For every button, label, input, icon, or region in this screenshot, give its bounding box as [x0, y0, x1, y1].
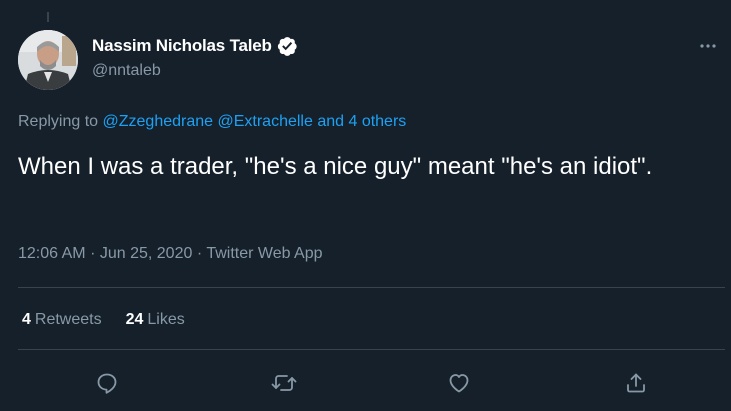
mention-link[interactable]: @Zzeghedrane	[103, 113, 214, 130]
retweets-stat[interactable]: 4 Retweets	[22, 311, 102, 329]
share-icon[interactable]	[621, 368, 651, 398]
others-link[interactable]: and 4 others	[317, 113, 406, 130]
likes-count: 24	[125, 311, 144, 328]
tweet-header: Nassim Nicholas Taleb @nntaleb	[92, 34, 298, 80]
tweet-time[interactable]: 12:06 AM	[18, 245, 86, 262]
name-row: Nassim Nicholas Taleb	[92, 34, 298, 58]
avatar[interactable]	[18, 30, 78, 90]
tweet-meta: 12:06 AM · Jun 25, 2020 · Twitter Web Ap…	[18, 245, 323, 263]
replying-to: Replying to @Zzeghedrane @Extrachelle an…	[18, 113, 406, 131]
like-icon[interactable]	[444, 368, 474, 398]
meta-separator: ·	[196, 245, 207, 262]
retweet-icon[interactable]	[269, 368, 299, 398]
user-handle[interactable]: @nntaleb	[92, 62, 298, 80]
thread-connector-line	[47, 12, 49, 22]
avatar-photo	[18, 30, 78, 90]
verified-badge-icon	[276, 35, 298, 57]
display-name[interactable]: Nassim Nicholas Taleb	[92, 36, 272, 56]
engagement-stats: 4 Retweets 24 Likes	[22, 311, 185, 329]
likes-label: Likes	[147, 311, 185, 328]
retweets-label: Retweets	[34, 311, 102, 328]
tweet-text: When I was a trader, "he's a nice guy" m…	[18, 153, 653, 180]
mention-link[interactable]: @Extrachelle	[217, 113, 312, 130]
meta-separator: ·	[90, 245, 100, 262]
retweets-count: 4	[22, 311, 31, 328]
tweet-source[interactable]: Twitter Web App	[206, 245, 322, 262]
divider	[18, 287, 725, 288]
likes-stat[interactable]: 24 Likes	[126, 311, 185, 329]
action-bar	[0, 368, 731, 398]
tweet-date[interactable]: Jun 25, 2020	[100, 245, 193, 262]
replying-to-label: Replying to	[18, 113, 99, 130]
reply-icon[interactable]	[92, 368, 122, 398]
divider	[18, 349, 725, 350]
more-dots-icon[interactable]	[695, 36, 721, 56]
